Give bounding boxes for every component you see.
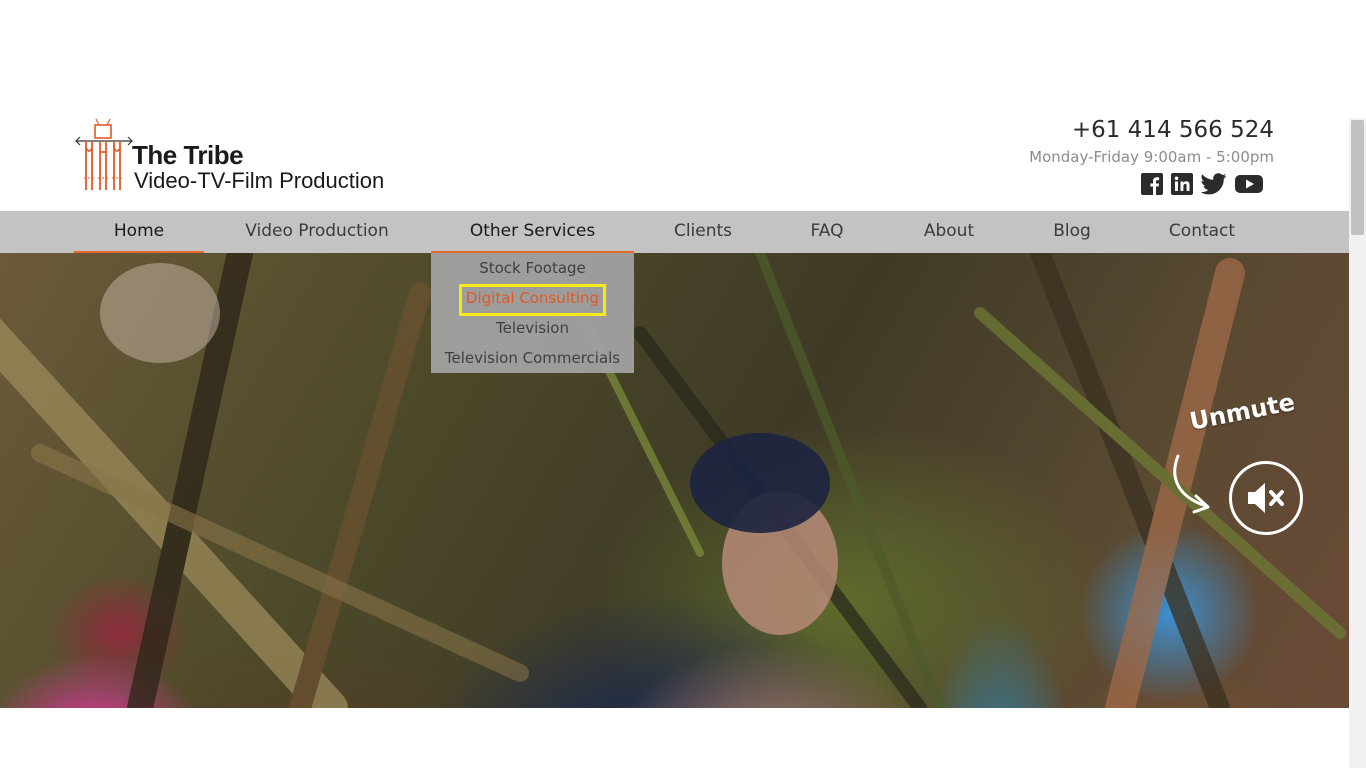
business-hours: Monday-Friday 9:00am - 5:00pm (1029, 148, 1274, 166)
nav-other-services[interactable]: Other Services (431, 211, 634, 253)
twitter-icon[interactable] (1200, 173, 1227, 199)
linkedin-icon[interactable] (1171, 173, 1193, 199)
dropdown-item-television[interactable]: Television (431, 313, 634, 343)
logo-title: The Tribe (132, 140, 244, 170)
youtube-icon[interactable] (1235, 173, 1263, 199)
nav-about[interactable]: About (905, 211, 993, 251)
phone-number[interactable]: +61 414 566 524 (1029, 116, 1274, 144)
hero-video[interactable] (0, 253, 1349, 708)
contact-block: +61 414 566 524 Monday-Friday 9:00am - 5… (1029, 116, 1274, 166)
social-links (1141, 173, 1263, 199)
scrollbar-thumb[interactable] (1351, 120, 1364, 235)
site-logo[interactable]: The Tribe Video-TV-Film Production (74, 118, 414, 196)
unmute-button[interactable] (1229, 461, 1303, 535)
nav-video-production[interactable]: Video Production (226, 211, 408, 251)
nav-blog[interactable]: Blog (1034, 211, 1110, 251)
nav-clients[interactable]: Clients (656, 211, 750, 251)
tribe-logo-icon (75, 118, 133, 190)
hero-video-frame (0, 253, 1346, 708)
page: The Tribe Video-TV-Film Production +61 4… (0, 0, 1349, 768)
dropdown-item-stock-footage[interactable]: Stock Footage (431, 253, 634, 283)
main-nav: Home Video Production Other Services Cli… (0, 211, 1349, 253)
facebook-icon[interactable] (1141, 173, 1163, 199)
nav-contact[interactable]: Contact (1150, 211, 1254, 251)
nav-home[interactable]: Home (74, 211, 204, 253)
nav-faq[interactable]: FAQ (788, 211, 866, 251)
curved-arrow-icon (1173, 454, 1210, 514)
dropdown-item-digital-consulting[interactable]: Digital Consulting (431, 283, 634, 313)
logo-subtitle: Video-TV-Film Production (134, 168, 385, 193)
dropdown-item-television-commercials[interactable]: Television Commercials (431, 343, 634, 373)
speaker-muted-icon (1248, 483, 1284, 513)
page-scrollbar[interactable] (1349, 118, 1366, 768)
other-services-dropdown: Stock Footage Digital Consulting Televis… (431, 253, 634, 373)
